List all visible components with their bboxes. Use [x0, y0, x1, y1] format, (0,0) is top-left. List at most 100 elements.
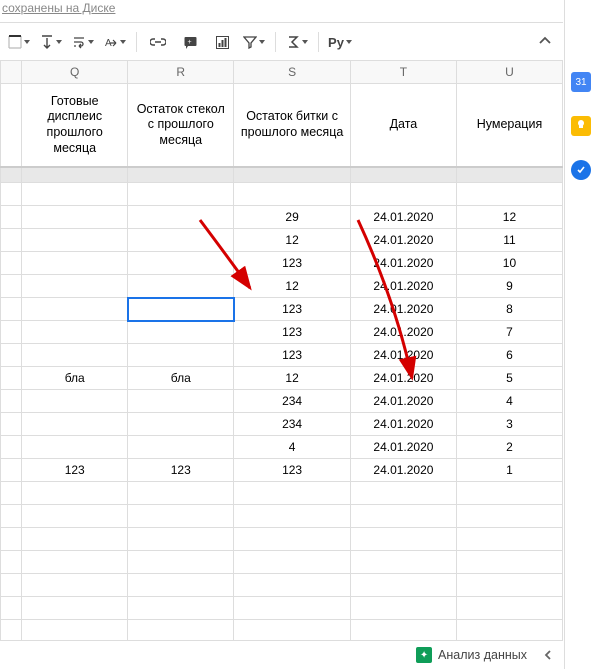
cell[interactable]: [22, 229, 128, 252]
save-status-link[interactable]: сохранены на Диске: [2, 1, 115, 15]
row-stub[interactable]: [1, 206, 22, 229]
row-stub[interactable]: [1, 390, 22, 413]
valign-icon[interactable]: [36, 29, 66, 55]
cell[interactable]: 123: [22, 459, 128, 482]
cell[interactable]: [22, 413, 128, 436]
link-icon[interactable]: [143, 29, 173, 55]
cell[interactable]: [456, 183, 562, 206]
cell[interactable]: 24.01.2020: [350, 275, 456, 298]
col-header[interactable]: Нумерация: [456, 84, 562, 168]
cell[interactable]: [350, 482, 456, 505]
cell[interactable]: 4: [456, 390, 562, 413]
cell[interactable]: 123: [234, 321, 351, 344]
cell[interactable]: [22, 597, 128, 620]
cell[interactable]: 12: [234, 229, 351, 252]
row-stub[interactable]: [1, 459, 22, 482]
cell[interactable]: 12: [456, 206, 562, 229]
cell[interactable]: [22, 436, 128, 459]
row-stub[interactable]: [1, 229, 22, 252]
row-stub[interactable]: [1, 298, 22, 321]
cell[interactable]: 1: [456, 459, 562, 482]
row-stub[interactable]: [1, 321, 22, 344]
cell[interactable]: 123: [234, 252, 351, 275]
explore-button[interactable]: ✦ Анализ данных: [410, 645, 533, 665]
cell[interactable]: 5: [456, 367, 562, 390]
cell[interactable]: [456, 482, 562, 505]
cell[interactable]: 7: [456, 321, 562, 344]
col-header[interactable]: Готовые дисплеис прошлого месяца: [22, 84, 128, 168]
cell[interactable]: 6: [456, 344, 562, 367]
row-stub[interactable]: [1, 574, 22, 597]
row-stub[interactable]: [1, 367, 22, 390]
cell[interactable]: [234, 551, 351, 574]
col-letter[interactable]: Q: [22, 61, 128, 84]
row-stub[interactable]: [1, 505, 22, 528]
cell[interactable]: 24.01.2020: [350, 413, 456, 436]
cell[interactable]: [22, 252, 128, 275]
cell[interactable]: [22, 344, 128, 367]
cell[interactable]: 123: [128, 459, 234, 482]
cell[interactable]: [128, 551, 234, 574]
col-header[interactable]: Остаток битки с прошлого месяца: [234, 84, 351, 168]
row-stub[interactable]: [1, 252, 22, 275]
cell[interactable]: [128, 298, 234, 321]
cell[interactable]: [350, 528, 456, 551]
cell[interactable]: [128, 413, 234, 436]
cell[interactable]: [456, 597, 562, 620]
cell[interactable]: [456, 528, 562, 551]
cell[interactable]: [350, 551, 456, 574]
cell[interactable]: 24.01.2020: [350, 321, 456, 344]
cell[interactable]: [456, 505, 562, 528]
cell[interactable]: [128, 390, 234, 413]
cell[interactable]: [234, 183, 351, 206]
cell[interactable]: 11: [456, 229, 562, 252]
collapse-toolbar-icon[interactable]: [537, 33, 553, 49]
cell[interactable]: [128, 482, 234, 505]
filter-icon[interactable]: [239, 29, 269, 55]
cell[interactable]: [350, 505, 456, 528]
cell[interactable]: [128, 436, 234, 459]
cell[interactable]: [234, 597, 351, 620]
functions-icon[interactable]: [282, 29, 312, 55]
cell[interactable]: 10: [456, 252, 562, 275]
row-stub[interactable]: [1, 436, 22, 459]
row-stub[interactable]: [1, 551, 22, 574]
cell[interactable]: [22, 390, 128, 413]
keep-icon[interactable]: [571, 116, 591, 136]
cell[interactable]: [456, 620, 562, 642]
cell[interactable]: [350, 597, 456, 620]
cell[interactable]: 123: [234, 459, 351, 482]
cell[interactable]: [128, 597, 234, 620]
cell[interactable]: 123: [234, 344, 351, 367]
spreadsheet-grid[interactable]: Q R S T U Готовые дисплеис прошлого меся…: [0, 60, 563, 641]
cell[interactable]: 234: [234, 390, 351, 413]
cell[interactable]: 24.01.2020: [350, 367, 456, 390]
col-letter[interactable]: R: [128, 61, 234, 84]
cell[interactable]: [234, 620, 351, 642]
cell[interactable]: 24.01.2020: [350, 252, 456, 275]
cell[interactable]: 3: [456, 413, 562, 436]
cell[interactable]: [22, 206, 128, 229]
cell[interactable]: 12: [234, 275, 351, 298]
cell[interactable]: [128, 505, 234, 528]
cell[interactable]: [128, 321, 234, 344]
border-top-icon[interactable]: [4, 29, 34, 55]
cell[interactable]: [234, 574, 351, 597]
row-stub[interactable]: [1, 183, 22, 206]
row-stub[interactable]: [1, 528, 22, 551]
tasks-icon[interactable]: [571, 160, 591, 180]
cell[interactable]: [350, 183, 456, 206]
cell[interactable]: [128, 229, 234, 252]
cell[interactable]: [128, 574, 234, 597]
side-panel-toggle-icon[interactable]: [541, 648, 555, 662]
row-stub[interactable]: [1, 597, 22, 620]
cell[interactable]: [350, 574, 456, 597]
cell[interactable]: [456, 574, 562, 597]
cell[interactable]: [22, 183, 128, 206]
col-header[interactable]: Остаток стекол с прошлого месяца: [128, 84, 234, 168]
corner-cell[interactable]: [1, 61, 22, 84]
cell[interactable]: бла: [128, 367, 234, 390]
cell[interactable]: [128, 344, 234, 367]
wrap-icon[interactable]: [68, 29, 98, 55]
cell[interactable]: [456, 551, 562, 574]
